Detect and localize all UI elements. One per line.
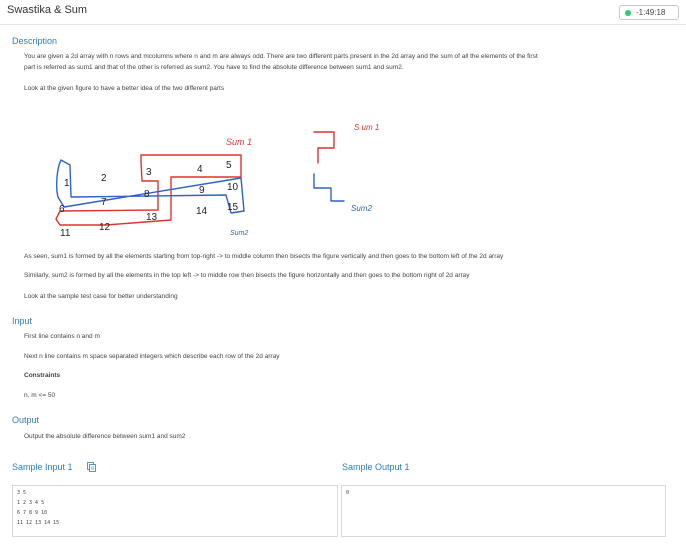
timer-text: -1:49:18 — [636, 8, 666, 17]
description-p5: Look at the sample test case for better … — [24, 293, 178, 300]
sum2-small-shape — [313, 173, 345, 202]
sum2-small-label: Sum2 — [351, 204, 372, 213]
sample-output-box: 0 — [341, 485, 666, 537]
num-11: 11 — [60, 228, 71, 239]
swastika-figure: 1 2 3 4 5 6 7 8 9 10 11 12 13 14 15 Sum … — [55, 123, 379, 239]
num-7: 7 — [101, 197, 107, 208]
status-dot-icon — [625, 10, 631, 16]
input-line1: First line contains n and m — [24, 333, 100, 340]
num-8: 8 — [144, 189, 150, 200]
sum1-small-label: S um 1 — [354, 123, 379, 132]
sample-output-heading: Sample Output 1 — [342, 462, 410, 472]
sample-input-line: 6 7 8 9 10 — [17, 510, 48, 516]
sample-input-line: 3 5 — [17, 490, 27, 496]
num-15: 15 — [227, 202, 239, 213]
constraints-heading: Constraints — [24, 372, 61, 379]
sum1-label: Sum 1 — [226, 137, 252, 147]
num-2: 2 — [101, 173, 107, 184]
num-4: 4 — [197, 164, 203, 175]
copy-icon[interactable] — [87, 462, 96, 472]
description-p1: You are given a 2d array with n rows and… — [24, 53, 538, 60]
sample-input-box: 3 5 1 2 3 4 5 6 7 8 9 10 11 12 13 14 15 — [12, 485, 338, 537]
num-12: 12 — [99, 222, 111, 233]
description-p1b: part is referred as sum1 and that of the… — [24, 64, 404, 71]
num-6: 6 — [59, 204, 65, 215]
description-p3: As seen, sum1 is formed by all the eleme… — [24, 253, 504, 260]
output-heading: Output — [12, 415, 40, 425]
output-line1: Output the absolute difference between s… — [24, 433, 186, 440]
description-p2: Look at the given figure to have a bette… — [24, 85, 225, 92]
constraints-text: n, m <= 50 — [24, 392, 56, 399]
num-14: 14 — [196, 206, 208, 217]
description-p4: Similarly, sum2 is formed by all the ele… — [24, 272, 470, 279]
sample-input-line: 11 12 13 14 15 — [17, 520, 60, 526]
num-13: 13 — [146, 212, 158, 223]
num-3: 3 — [146, 167, 152, 178]
sum2-label: Sum2 — [230, 230, 248, 237]
page-title: Swastika & Sum — [7, 4, 88, 16]
sample-input-heading: Sample Input 1 — [12, 462, 73, 472]
num-10: 10 — [227, 182, 239, 193]
input-line2: Next n line contains m space separated i… — [24, 353, 280, 360]
num-9: 9 — [199, 185, 205, 196]
num-5: 5 — [226, 160, 232, 171]
num-1: 1 — [64, 178, 70, 189]
sum1-small-shape — [313, 131, 335, 164]
sample-output-line: 0 — [346, 490, 350, 496]
header-bar: Swastika & Sum -1:49:18 — [0, 0, 686, 25]
timer-badge: -1:49:18 — [619, 5, 679, 20]
description-heading: Description — [12, 36, 58, 46]
input-heading: Input — [12, 316, 33, 326]
sample-input-line: 1 2 3 4 5 — [17, 500, 45, 506]
